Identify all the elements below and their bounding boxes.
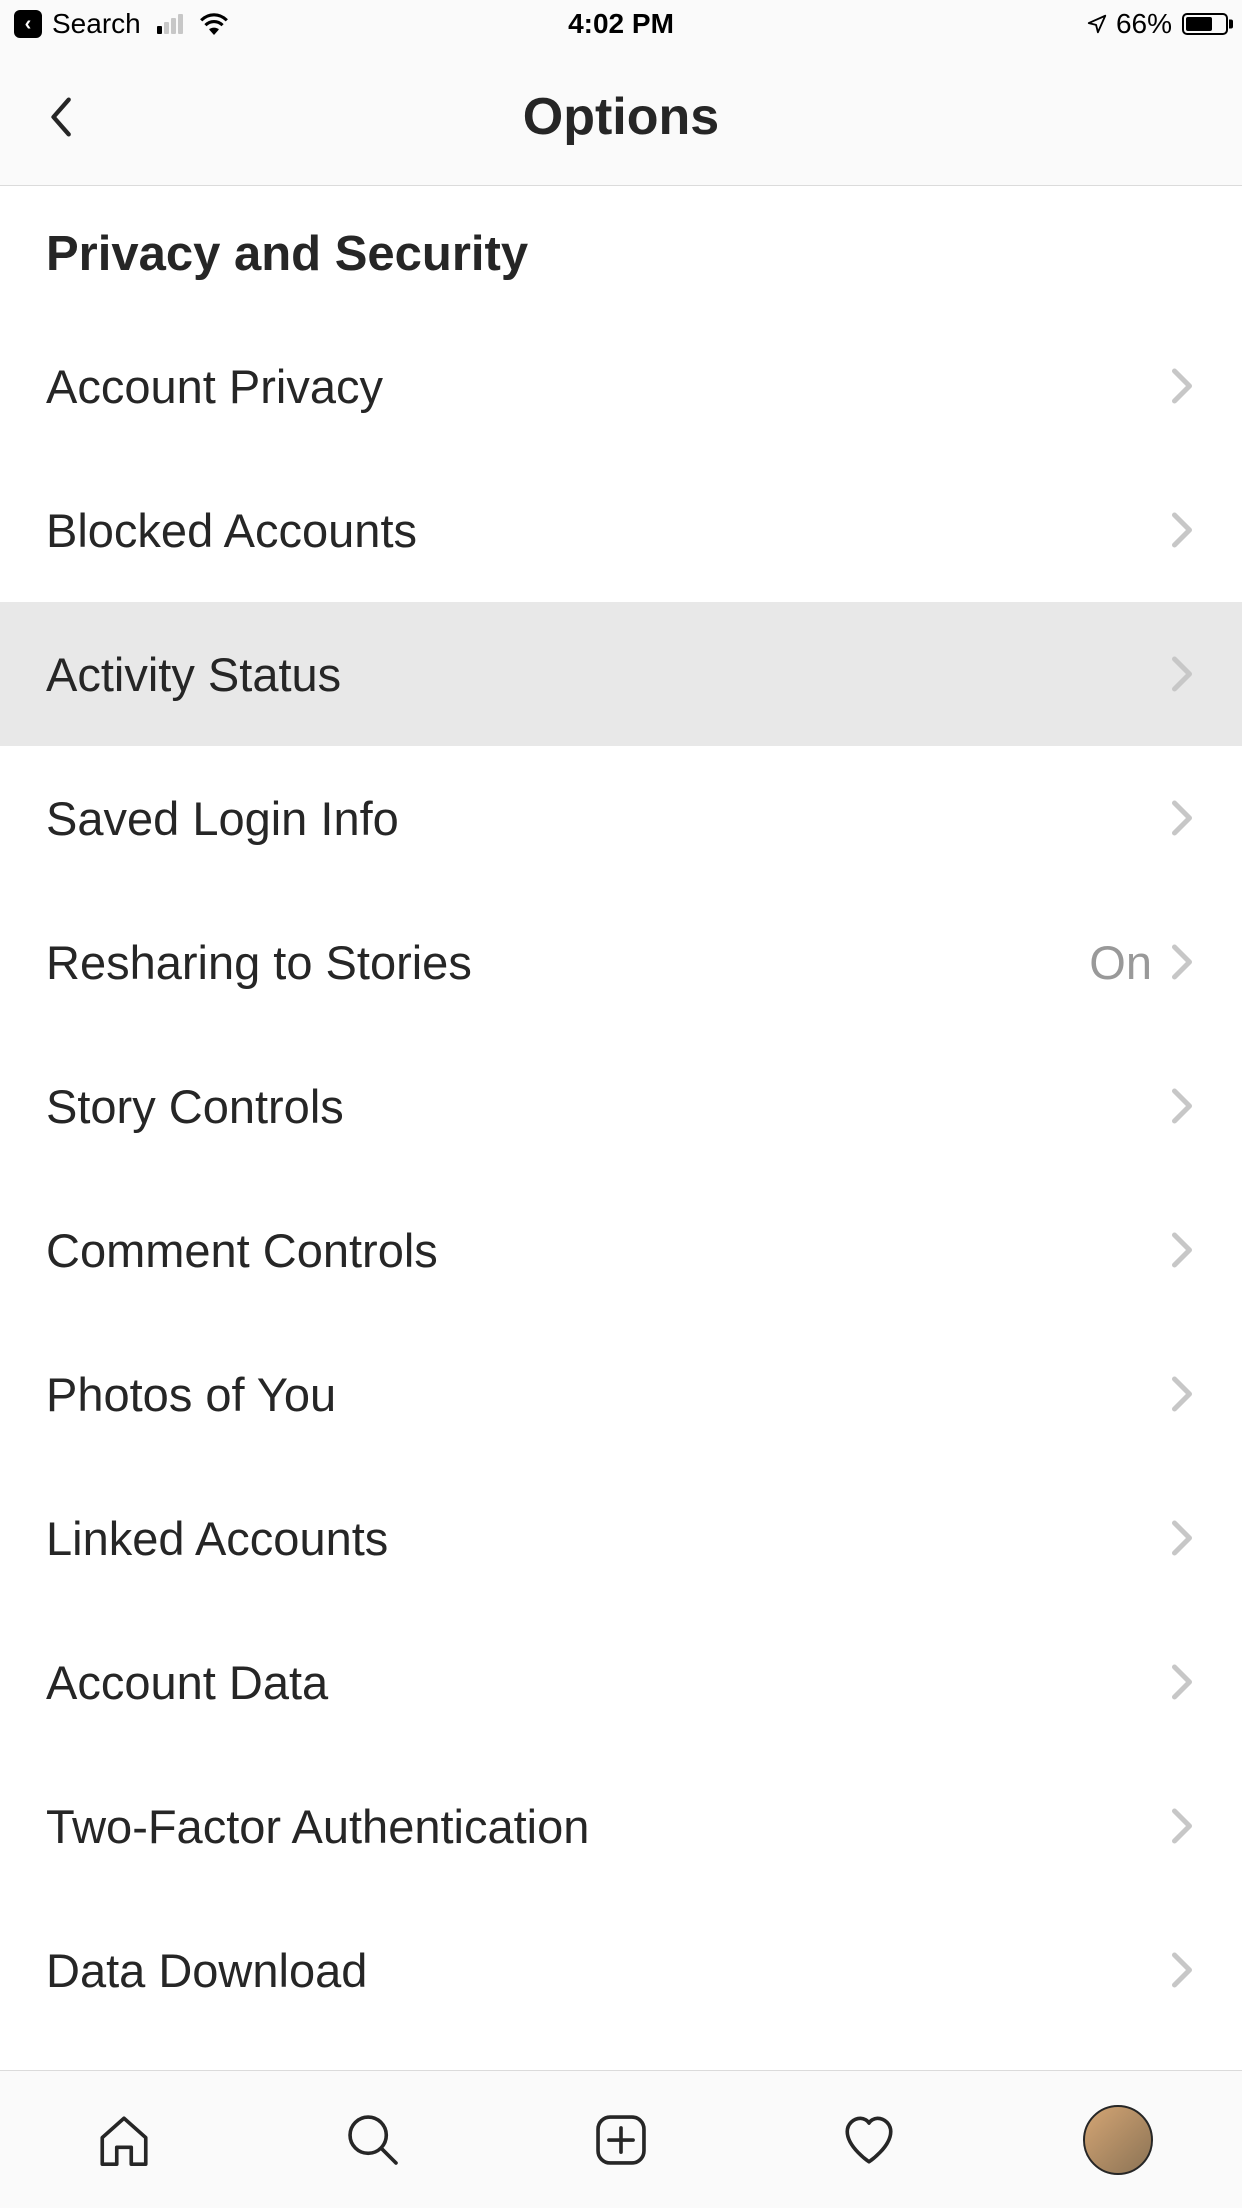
- chevron-right-icon: [1168, 654, 1196, 694]
- back-button[interactable]: [40, 92, 80, 142]
- chevron-right-icon: [1168, 1518, 1196, 1558]
- back-app-icon[interactable]: ‹: [14, 10, 42, 38]
- settings-item[interactable]: Account Data: [0, 1610, 1242, 1754]
- settings-item-label: Activity Status: [46, 647, 1168, 702]
- settings-item-label: Resharing to Stories: [46, 935, 1089, 990]
- nav-header: Options: [0, 48, 1242, 186]
- settings-item-label: Account Data: [46, 1655, 1168, 1710]
- settings-item[interactable]: Story Controls: [0, 1034, 1242, 1178]
- chevron-right-icon: [1168, 942, 1196, 982]
- settings-content: Privacy and Security Account Privacy Bloc…: [0, 186, 1242, 2070]
- search-tab[interactable]: [338, 2105, 408, 2175]
- location-icon: [1086, 13, 1108, 35]
- settings-item-label: Two-Factor Authentication: [46, 1799, 1168, 1854]
- settings-item-value: On: [1089, 935, 1152, 990]
- avatar-icon: [1083, 2105, 1153, 2175]
- chevron-right-icon: [1168, 1086, 1196, 1126]
- settings-item[interactable]: Resharing to StoriesOn: [0, 890, 1242, 1034]
- search-icon: [344, 2111, 402, 2169]
- settings-item-label: Blocked Accounts: [46, 503, 1168, 558]
- battery-percent: 66%: [1116, 8, 1172, 40]
- battery-icon: [1182, 13, 1228, 35]
- status-left: ‹ Search: [14, 8, 229, 40]
- settings-item[interactable]: Photos of You: [0, 1322, 1242, 1466]
- heart-icon: [840, 2111, 898, 2169]
- settings-item[interactable]: Linked Accounts: [0, 1466, 1242, 1610]
- chevron-right-icon: [1168, 798, 1196, 838]
- chevron-right-icon: [1168, 366, 1196, 406]
- settings-item[interactable]: Two-Factor Authentication: [0, 1754, 1242, 1898]
- settings-item-label: Saved Login Info: [46, 791, 1168, 846]
- settings-item-label: Linked Accounts: [46, 1511, 1168, 1566]
- chevron-right-icon: [1168, 1374, 1196, 1414]
- settings-item[interactable]: Activity Status: [0, 602, 1242, 746]
- settings-item[interactable]: Comment Controls: [0, 1178, 1242, 1322]
- settings-item-label: Photos of You: [46, 1367, 1168, 1422]
- profile-tab[interactable]: [1083, 2105, 1153, 2175]
- settings-item[interactable]: Blocked Accounts: [0, 458, 1242, 602]
- settings-item[interactable]: Data Download: [0, 1898, 1242, 2042]
- chevron-right-icon: [1168, 1950, 1196, 1990]
- chevron-right-icon: [1168, 1662, 1196, 1702]
- clock-time: 4:02 PM: [568, 8, 674, 40]
- back-app-label[interactable]: Search: [52, 8, 141, 40]
- settings-item-label: Account Privacy: [46, 359, 1168, 414]
- settings-item[interactable]: Saved Login Info: [0, 746, 1242, 890]
- plus-square-icon: [592, 2111, 650, 2169]
- status-bar: ‹ Search 4:02 PM 66%: [0, 0, 1242, 48]
- chevron-right-icon: [1168, 1806, 1196, 1846]
- cellular-signal-icon: [157, 14, 183, 34]
- page-title: Options: [523, 87, 719, 147]
- create-tab[interactable]: [586, 2105, 656, 2175]
- chevron-right-icon: [1168, 510, 1196, 550]
- section-header: Privacy and Security: [0, 186, 1242, 314]
- settings-item-label: Story Controls: [46, 1079, 1168, 1134]
- settings-item-label: Data Download: [46, 1943, 1168, 1998]
- chevron-left-icon: [47, 95, 73, 139]
- settings-item[interactable]: Account Privacy: [0, 314, 1242, 458]
- home-icon: [95, 2111, 153, 2169]
- status-right: 66%: [1086, 8, 1228, 40]
- home-tab[interactable]: [89, 2105, 159, 2175]
- chevron-right-icon: [1168, 1230, 1196, 1270]
- activity-tab[interactable]: [834, 2105, 904, 2175]
- settings-list: Account Privacy Blocked Accounts Activity …: [0, 314, 1242, 2042]
- tab-bar: [0, 2070, 1242, 2208]
- settings-item-label: Comment Controls: [46, 1223, 1168, 1278]
- wifi-icon: [199, 13, 229, 35]
